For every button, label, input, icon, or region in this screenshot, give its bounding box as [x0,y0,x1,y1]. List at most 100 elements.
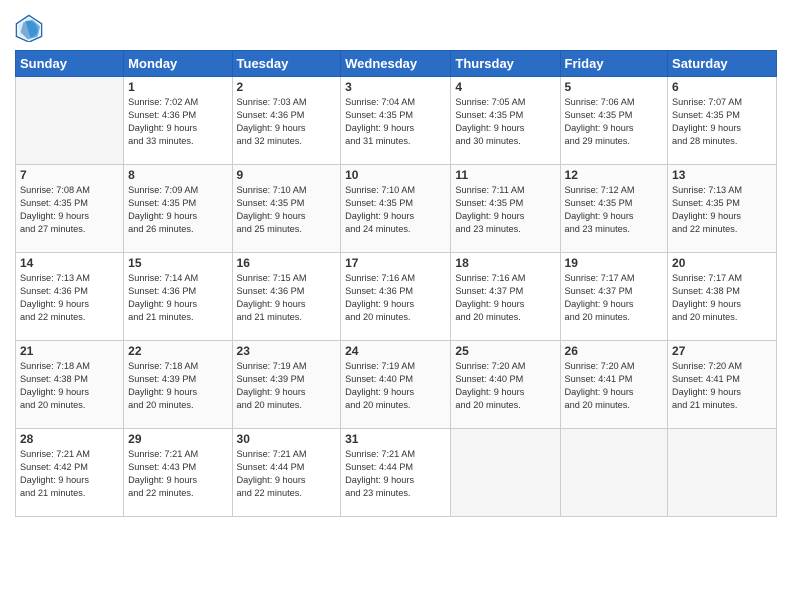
calendar-cell: 7 Sunrise: 7:08 AMSunset: 4:35 PMDaylight… [16,165,124,253]
day-number: 2 [237,80,337,94]
day-info: Sunrise: 7:13 AMSunset: 4:36 PMDaylight:… [20,272,119,324]
calendar-cell: 11Sunrise: 7:11 AMSunset: 4:35 PMDayligh… [451,165,560,253]
day-info: Sunrise: 7:21 AMSunset: 4:43 PMDaylight:… [128,448,227,500]
day-info: Sunrise: 7:03 AMSunset: 4:36 PMDaylight:… [237,96,337,148]
day-info: Sunrise: 7:14 AMSunset: 4:36 PMDaylight:… [128,272,227,324]
calendar-cell: 15 Sunrise: 7:14 AMSunset: 4:36 PMDayligh… [124,253,232,341]
day-info: Sunrise: 7:10 AMSunset: 4:35 PMDaylight:… [345,184,446,236]
logo [15,14,47,42]
day-info: Sunrise: 7:09 AMSunset: 4:35 PMDaylight:… [128,184,227,236]
calendar-cell: 13 Sunrise: 7:13 AMSunset: 4:35 PMDayligh… [668,165,777,253]
day-number: 26 [565,344,664,358]
calendar-cell: 23 Sunrise: 7:19 AMSunset: 4:39 PMDayligh… [232,341,341,429]
week-row-4: 28 Sunrise: 7:21 AMSunset: 4:42 PMDayligh… [16,429,777,517]
logo-icon [15,14,43,42]
day-info: Sunrise: 7:08 AMSunset: 4:35 PMDaylight:… [20,184,119,236]
header-tuesday: Tuesday [232,51,341,77]
calendar-cell: 3 Sunrise: 7:04 AMSunset: 4:35 PMDaylight… [341,77,451,165]
day-info: Sunrise: 7:02 AMSunset: 4:36 PMDaylight:… [128,96,227,148]
calendar-cell: 30Sunrise: 7:21 AMSunset: 4:44 PMDayligh… [232,429,341,517]
calendar-cell: 28 Sunrise: 7:21 AMSunset: 4:42 PMDayligh… [16,429,124,517]
day-info: Sunrise: 7:19 AMSunset: 4:40 PMDaylight:… [345,360,446,412]
day-info: Sunrise: 7:07 AMSunset: 4:35 PMDaylight:… [672,96,772,148]
calendar-cell: 1 Sunrise: 7:02 AMSunset: 4:36 PMDaylight… [124,77,232,165]
calendar-table: SundayMondayTuesdayWednesdayThursdayFrid… [15,50,777,517]
calendar-cell: 18Sunrise: 7:16 AMSunset: 4:37 PMDayligh… [451,253,560,341]
header-monday: Monday [124,51,232,77]
header-saturday: Saturday [668,51,777,77]
day-info: Sunrise: 7:13 AMSunset: 4:35 PMDaylight:… [672,184,772,236]
calendar-body: 1 Sunrise: 7:02 AMSunset: 4:36 PMDaylight… [16,77,777,517]
day-number: 20 [672,256,772,270]
day-info: Sunrise: 7:04 AMSunset: 4:35 PMDaylight:… [345,96,446,148]
day-info: Sunrise: 7:21 AMSunset: 4:44 PMDaylight:… [345,448,446,500]
header-thursday: Thursday [451,51,560,77]
calendar-cell: 31 Sunrise: 7:21 AMSunset: 4:44 PMDayligh… [341,429,451,517]
day-number: 28 [20,432,119,446]
day-number: 3 [345,80,446,94]
calendar-cell: 27 Sunrise: 7:20 AMSunset: 4:41 PMDayligh… [668,341,777,429]
day-info: Sunrise: 7:06 AMSunset: 4:35 PMDaylight:… [565,96,664,148]
calendar-cell: 2 Sunrise: 7:03 AMSunset: 4:36 PMDaylight… [232,77,341,165]
day-number: 7 [20,168,119,182]
day-number: 27 [672,344,772,358]
day-number: 6 [672,80,772,94]
day-number: 15 [128,256,227,270]
header-sunday: Sunday [16,51,124,77]
calendar-cell: 16 Sunrise: 7:15 AMSunset: 4:36 PMDayligh… [232,253,341,341]
calendar-cell: 21 Sunrise: 7:18 AMSunset: 4:38 PMDayligh… [16,341,124,429]
day-number: 1 [128,80,227,94]
day-number: 13 [672,168,772,182]
day-number: 11 [455,168,555,182]
day-number: 10 [345,168,446,182]
header-wednesday: Wednesday [341,51,451,77]
calendar-cell: 6 Sunrise: 7:07 AMSunset: 4:35 PMDaylight… [668,77,777,165]
calendar-cell: 9Sunrise: 7:10 AMSunset: 4:35 PMDaylight… [232,165,341,253]
calendar-header-row: SundayMondayTuesdayWednesdayThursdayFrid… [16,51,777,77]
day-number: 21 [20,344,119,358]
calendar-cell: 8 Sunrise: 7:09 AMSunset: 4:35 PMDaylight… [124,165,232,253]
calendar-cell [668,429,777,517]
day-info: Sunrise: 7:21 AMSunset: 4:42 PMDaylight:… [20,448,119,500]
day-number: 8 [128,168,227,182]
calendar-cell: 19 Sunrise: 7:17 AMSunset: 4:37 PMDayligh… [560,253,668,341]
day-number: 17 [345,256,446,270]
calendar-cell: 4 Sunrise: 7:05 AMSunset: 4:35 PMDaylight… [451,77,560,165]
calendar-cell [560,429,668,517]
day-info: Sunrise: 7:18 AMSunset: 4:39 PMDaylight:… [128,360,227,412]
day-number: 19 [565,256,664,270]
day-info: Sunrise: 7:16 AMSunset: 4:37 PMDaylight:… [455,272,555,324]
day-info: Sunrise: 7:19 AMSunset: 4:39 PMDaylight:… [237,360,337,412]
day-info: Sunrise: 7:20 AMSunset: 4:41 PMDaylight:… [672,360,772,412]
day-number: 16 [237,256,337,270]
calendar-cell: 22 Sunrise: 7:18 AMSunset: 4:39 PMDayligh… [124,341,232,429]
day-number: 24 [345,344,446,358]
day-number: 22 [128,344,227,358]
day-info: Sunrise: 7:05 AMSunset: 4:35 PMDaylight:… [455,96,555,148]
header [15,10,777,42]
day-info: Sunrise: 7:18 AMSunset: 4:38 PMDaylight:… [20,360,119,412]
calendar-cell: 14 Sunrise: 7:13 AMSunset: 4:36 PMDayligh… [16,253,124,341]
calendar-cell: 5Sunrise: 7:06 AMSunset: 4:35 PMDaylight… [560,77,668,165]
calendar-cell: 20Sunrise: 7:17 AMSunset: 4:38 PMDayligh… [668,253,777,341]
week-row-0: 1 Sunrise: 7:02 AMSunset: 4:36 PMDaylight… [16,77,777,165]
page: SundayMondayTuesdayWednesdayThursdayFrid… [0,0,792,612]
calendar-cell: 10 Sunrise: 7:10 AMSunset: 4:35 PMDayligh… [341,165,451,253]
calendar-cell: 29 Sunrise: 7:21 AMSunset: 4:43 PMDayligh… [124,429,232,517]
day-number: 23 [237,344,337,358]
day-number: 12 [565,168,664,182]
week-row-1: 7 Sunrise: 7:08 AMSunset: 4:35 PMDaylight… [16,165,777,253]
day-info: Sunrise: 7:20 AMSunset: 4:40 PMDaylight:… [455,360,555,412]
day-number: 29 [128,432,227,446]
day-info: Sunrise: 7:16 AMSunset: 4:36 PMDaylight:… [345,272,446,324]
day-info: Sunrise: 7:17 AMSunset: 4:37 PMDaylight:… [565,272,664,324]
day-number: 9 [237,168,337,182]
day-number: 4 [455,80,555,94]
day-number: 31 [345,432,446,446]
day-info: Sunrise: 7:12 AMSunset: 4:35 PMDaylight:… [565,184,664,236]
week-row-2: 14 Sunrise: 7:13 AMSunset: 4:36 PMDayligh… [16,253,777,341]
day-number: 30 [237,432,337,446]
day-info: Sunrise: 7:15 AMSunset: 4:36 PMDaylight:… [237,272,337,324]
calendar-cell: 12 Sunrise: 7:12 AMSunset: 4:35 PMDayligh… [560,165,668,253]
day-number: 14 [20,256,119,270]
